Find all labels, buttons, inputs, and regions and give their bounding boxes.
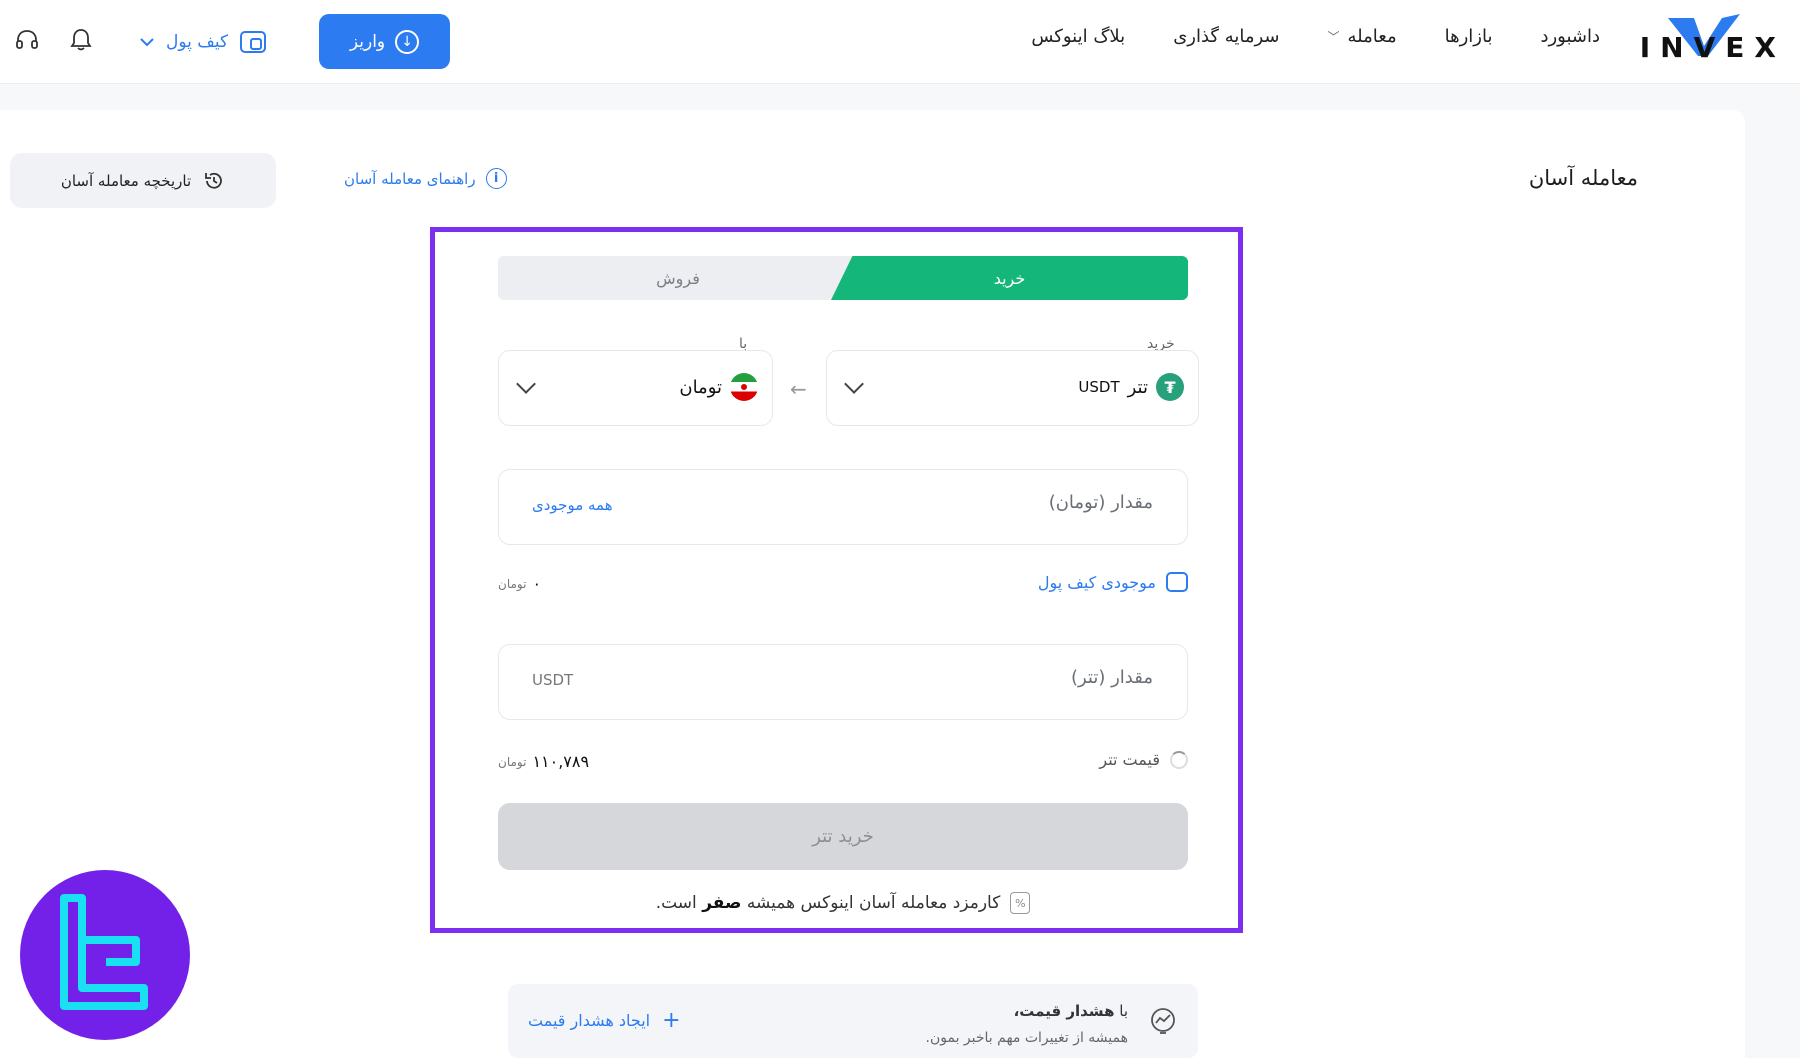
loading-spinner-icon <box>1170 750 1188 769</box>
wallet-balance-amount: ۰ <box>532 574 542 593</box>
watermark-logo-icon <box>60 894 148 1010</box>
percent-receipt-icon: % <box>1010 892 1031 914</box>
nav-blog-label: بلاگ اینوکس <box>1031 26 1126 47</box>
wallet-balance-unit: تومان <box>498 576 527 591</box>
price-value-group: ۱۱۰,۷۸۹ تومان <box>498 752 589 771</box>
price-alert-line1: با هشدار قیمت، <box>926 998 1128 1025</box>
price-row: قیمت تتر ۱۱۰,۷۸۹ تومان <box>498 750 1188 780</box>
price-label: قیمت تتر <box>1099 750 1160 769</box>
guide-link[interactable]: i راهنمای معامله آسان <box>344 168 507 189</box>
guide-label: راهنمای معامله آسان <box>344 169 476 188</box>
nav-blog[interactable]: بلاگ اینوکس <box>1031 26 1125 47</box>
nav-trade[interactable]: معامله ﹀ <box>1328 26 1397 47</box>
buy-asset-name: تتر <box>1127 376 1148 398</box>
wallet-balance-row: موجودی کیف پول ۰ تومان <box>498 572 1188 602</box>
wallet-icon <box>240 31 267 53</box>
download-arrow-icon: ↓ <box>395 29 420 54</box>
watermark-badge <box>20 870 190 1040</box>
tab-sell[interactable]: فروش <box>498 256 858 300</box>
invex-logo[interactable]: INVEX <box>1636 12 1786 68</box>
nav-dashboard-label: داشبورد <box>1540 26 1600 47</box>
price-alert-prefix: با <box>1119 1002 1128 1020</box>
chevron-down-icon <box>844 374 864 394</box>
fee-note-bold: صفر <box>702 893 742 913</box>
nav-markets-label: بازارها <box>1444 26 1493 47</box>
nav-investment-label: سرمایه گذاری <box>1173 26 1280 47</box>
main-nav: داشبورد بازارها معامله ﹀ سرمایه گذاری بلا… <box>983 26 1600 47</box>
amount-usdt-placeholder: مقدار (تتر) <box>1070 667 1153 688</box>
page-title: معامله آسان <box>1528 166 1638 190</box>
fee-note-suffix: است. <box>655 893 697 913</box>
wallet-icon <box>1166 572 1188 592</box>
tab-buy[interactable]: خرید <box>831 256 1188 300</box>
history-button[interactable]: تاریخچه معامله آسان <box>10 153 276 208</box>
price-value: ۱۱۰,۷۸۹ <box>532 752 590 771</box>
iran-flag-icon <box>730 373 758 401</box>
trade-tabs: فروش خرید <box>498 256 1188 302</box>
deposit-label: واریز <box>349 31 386 52</box>
pay-asset-select[interactable]: تومان <box>498 350 773 426</box>
wallet-balance-value: ۰ تومان <box>498 574 541 593</box>
amount-toman-input[interactable]: مقدار (تومان) همه موجودی <box>498 469 1188 545</box>
price-alert-bold: هشدار قیمت، <box>1013 1002 1115 1020</box>
top-navbar: INVEX داشبورد بازارها معامله ﹀ سرمایه گذا… <box>0 0 1800 84</box>
amount-toman-placeholder: مقدار (تومان) <box>1048 492 1153 513</box>
all-balance-button[interactable]: همه موجودی <box>532 496 613 514</box>
bell-icon[interactable] <box>70 28 92 52</box>
info-icon: i <box>485 168 507 189</box>
chevron-down-icon <box>140 38 154 47</box>
nav-markets[interactable]: بازارها <box>1445 26 1493 47</box>
chevron-down-icon <box>516 374 536 394</box>
fee-note-text: کارمزد معامله آسان اینوکس همیشه صفر است. <box>656 893 1001 913</box>
buy-tether-button[interactable]: خرید تتر <box>498 803 1188 870</box>
easy-trade-form: فروش خرید خرید با ₮ تتر USDT ← تومان مقد… <box>430 227 1243 933</box>
buy-asset-symbol: USDT <box>1078 378 1120 396</box>
nav-trade-label: معامله <box>1347 26 1397 47</box>
create-price-alert-label: ایجاد هشدار قیمت <box>528 1011 651 1030</box>
price-alert-line2: همیشه از تغییرات مهم باخبر بمون. <box>925 1030 1128 1046</box>
buy-asset-value: ₮ تتر USDT <box>1078 373 1184 401</box>
arrow-left-icon: ← <box>790 377 807 401</box>
plus-icon: + <box>662 1008 681 1033</box>
price-alert-text: با هشدار قیمت، همیشه از تغییرات مهم باخب… <box>926 998 1128 1052</box>
buy-asset-select[interactable]: ₮ تتر USDT <box>826 350 1199 426</box>
wallet-balance-label: موجودی کیف پول <box>1037 572 1156 592</box>
pay-asset-value: تومان <box>679 373 758 401</box>
headset-icon[interactable] <box>15 28 39 52</box>
nav-dashboard[interactable]: داشبورد <box>1540 26 1600 47</box>
pay-asset-name: تومان <box>679 376 722 398</box>
fee-note: % کارمزد معامله آسان اینوکس همیشه صفر اس… <box>498 892 1188 914</box>
price-alert-banner: با هشدار قیمت، همیشه از تغییرات مهم باخب… <box>508 984 1198 1058</box>
wallet-menu[interactable]: کیف پول <box>140 24 267 60</box>
nav-investment[interactable]: سرمایه گذاری <box>1173 26 1279 47</box>
logo-text: INVEX <box>1639 31 1786 64</box>
amount-usdt-unit: USDT <box>532 671 574 689</box>
wallet-label: کیف پول <box>166 32 229 52</box>
deposit-button[interactable]: ↓ واریز <box>319 14 450 69</box>
chevron-down-icon: ﹀ <box>1327 30 1340 44</box>
create-price-alert-button[interactable]: + ایجاد هشدار قیمت <box>528 1008 681 1033</box>
fee-note-prefix: کارمزد معامله آسان اینوکس همیشه <box>746 893 1001 913</box>
price-alert-icon <box>1151 1008 1175 1034</box>
amount-usdt-input[interactable]: مقدار (تتر) USDT <box>498 644 1188 720</box>
history-icon <box>205 172 223 189</box>
price-unit: تومان <box>498 754 527 769</box>
wallet-balance-link[interactable]: موجودی کیف پول <box>1038 572 1188 592</box>
history-label: تاریخچه معامله آسان <box>60 171 192 190</box>
price-label-group: قیمت تتر <box>1099 750 1188 769</box>
tether-icon: ₮ <box>1156 373 1184 401</box>
